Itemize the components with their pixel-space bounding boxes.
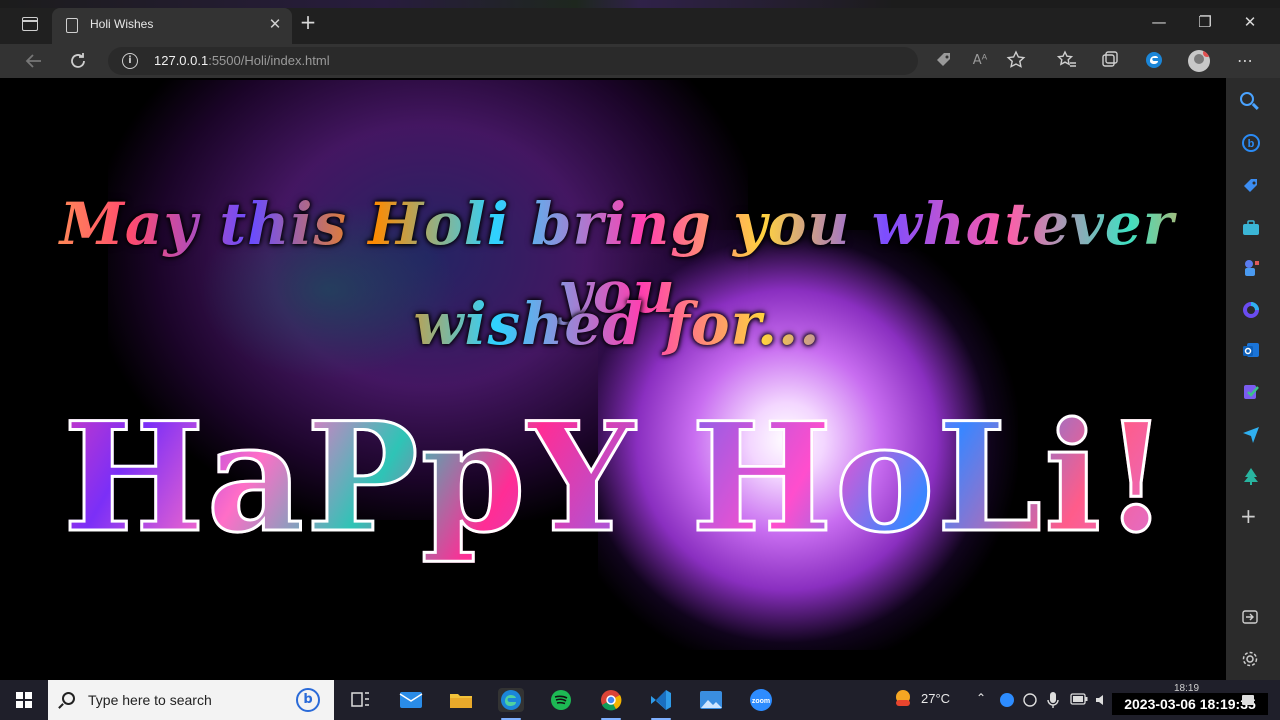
chrome-icon[interactable] [598,688,624,720]
mail-app-icon[interactable] [398,688,424,712]
back-arrow-icon[interactable] [22,50,46,72]
happy-holi-heading: HaPpY HoLi! [8,389,1226,568]
profile-icon[interactable] [1188,50,1210,72]
more-icon[interactable]: ⋯ [1233,50,1257,72]
weather-icon[interactable] [892,688,914,713]
collections-icon[interactable] [1098,50,1122,72]
weather-temperature[interactable]: 27°C [921,691,950,706]
notifications-icon[interactable] [1240,692,1256,711]
volume-icon[interactable] [1094,692,1110,711]
tab-title: Holi Wishes [90,17,154,31]
outlook-icon[interactable] [1241,340,1261,360]
vscode-icon[interactable] [648,688,674,720]
task-view-icon[interactable] [348,688,374,712]
spotify-icon[interactable] [548,688,574,712]
reload-icon[interactable] [66,50,90,72]
page-viewport: May this Holi bring you whatever you wis… [8,80,1226,680]
zoom-icon[interactable]: zoom [748,688,774,712]
close-window-button[interactable]: ✕ [1235,12,1265,32]
settings-gear-icon[interactable] [1241,650,1259,668]
notification-dot [1203,50,1210,57]
microphone-icon[interactable] [1046,691,1060,712]
address-bar[interactable]: i 127.0.0.1:5500/Holi/index.html [108,47,918,75]
tab-actions-icon[interactable] [22,17,38,31]
url-text: 127.0.0.1:5500/Holi/index.html [154,53,330,68]
url-host: 127.0.0.1 [154,53,209,68]
tray-app-icon[interactable] [999,692,1015,711]
browser-tab-bar: Holi Wishes ✕ + — ❐ ✕ [0,0,1280,44]
drop-icon[interactable] [1241,382,1261,402]
taskbar-search-box[interactable]: Type here to search b [48,680,334,720]
svg-text:zoom: zoom [752,698,770,705]
page-icon [66,18,78,33]
search-icon [62,692,75,705]
games-icon[interactable] [1241,258,1261,278]
maximize-button[interactable]: ❐ [1190,12,1220,32]
favorite-add-icon[interactable] [1004,50,1028,72]
send-icon[interactable] [1241,424,1261,444]
windows-taskbar: Type here to search b zoom 27°C ⌃ 18:19 … [0,680,1280,720]
svg-text:b: b [1248,138,1255,150]
windows-start-icon[interactable] [16,692,32,708]
battery-icon[interactable] [1070,693,1088,708]
edge-sidebar: b + [1226,78,1280,680]
search-icon[interactable] [1240,92,1254,106]
browser-toolbar: i 127.0.0.1:5500/Holi/index.html Aᴬ ⋯ [0,44,1280,78]
photos-icon[interactable] [698,688,724,712]
file-explorer-icon[interactable] [448,688,474,712]
show-hidden-icons-chevron-icon[interactable]: ⌃ [976,691,986,705]
add-sidebar-app-icon[interactable]: + [1240,506,1257,526]
tools-briefcase-icon[interactable] [1241,218,1261,238]
wish-line-2: wished for... [8,290,1226,358]
bing-chat-icon[interactable]: b [1241,133,1261,153]
favorites-icon[interactable] [1055,50,1079,72]
url-path: :5500/Holi/index.html [208,53,330,68]
bing-icon[interactable]: b [296,688,320,712]
tree-icon[interactable] [1241,466,1261,486]
new-tab-button[interactable]: + [298,12,318,32]
desktop-wallpaper-strip [0,0,1280,8]
info-icon[interactable]: i [122,53,138,69]
edge-copilot-icon[interactable] [1142,50,1166,72]
tag-icon[interactable] [932,50,956,72]
hide-sidebar-icon[interactable] [1241,608,1259,626]
meet-now-icon[interactable] [1022,692,1038,711]
edge-browser-icon[interactable] [498,688,524,720]
minimize-button[interactable]: — [1144,12,1174,32]
search-placeholder: Type here to search [88,692,212,708]
tab-close-button[interactable]: ✕ [266,14,284,34]
tab-holi-wishes[interactable]: Holi Wishes ✕ [52,8,292,44]
read-aloud-icon[interactable]: Aᴬ [968,50,992,72]
shopping-tag-icon[interactable] [1241,176,1261,196]
microsoft-365-icon[interactable] [1241,300,1261,320]
